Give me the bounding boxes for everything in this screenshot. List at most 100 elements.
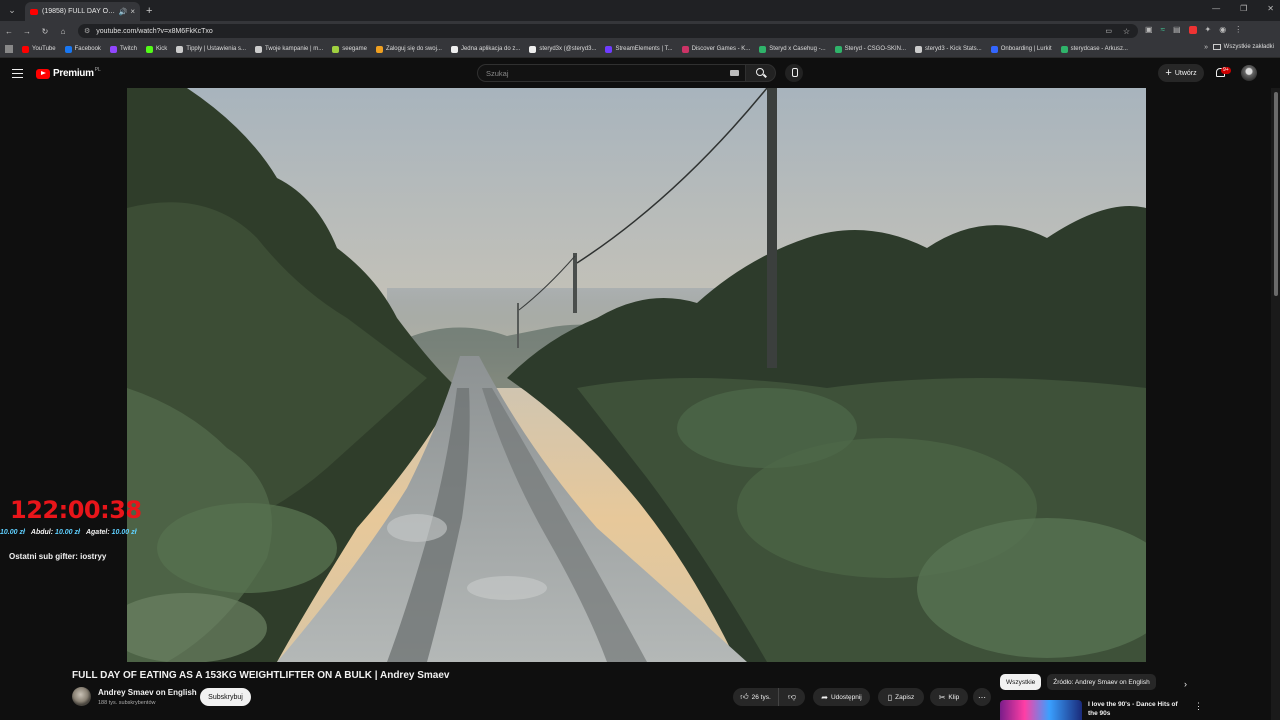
chevron-right-icon[interactable]: › [1184, 679, 1187, 689]
create-label: Utwórz [1174, 69, 1197, 77]
forward-icon[interactable]: → [18, 27, 36, 36]
bookmark-item[interactable]: Twoje kampanie | m... [255, 45, 323, 53]
dislike-button[interactable]: 👎︎ [778, 688, 805, 706]
bookmarks-bar: YouTube Facebook Twitch Kick Tipply | Ustawi… [0, 41, 1280, 58]
save-button[interactable]: ▯ Zapisz [878, 688, 924, 706]
search-input[interactable]: Szukaj [477, 64, 746, 82]
bookmark-star-icon[interactable]: ☆ [1123, 27, 1130, 36]
video-player[interactable] [127, 88, 1146, 662]
all-bookmarks-button[interactable]: Wszystkie zakładki [1212, 44, 1274, 50]
bookmark-label: StreamElements | T... [615, 46, 673, 52]
channel-name[interactable]: Andrey Smaev on English [98, 688, 197, 697]
bookmark-favicon-icon [759, 45, 767, 53]
maximize-icon[interactable]: ❐ [1240, 4, 1247, 13]
filter-chips: Wszystkie Źródło: Andrey Smaev on Englis… [1000, 674, 1156, 690]
chip-source-channel[interactable]: Źródło: Andrey Smaev on English [1047, 674, 1156, 690]
bookmark-item[interactable]: seegame [332, 45, 367, 53]
apps-icon[interactable] [5, 45, 13, 53]
more-horizontal-icon: ⋯ [978, 692, 986, 702]
bookmark-item[interactable]: Tipply | Ustawienia s... [176, 45, 246, 53]
create-button[interactable]: + Utwórz [1158, 64, 1204, 82]
home-icon[interactable]: ⌂ [54, 27, 72, 36]
site-info-icon[interactable]: ⚙ [84, 27, 90, 35]
bookmark-favicon-icon [255, 45, 262, 53]
window-controls: — ❐ ✕ [1212, 4, 1274, 13]
bookmark-item[interactable]: Twitch [109, 45, 137, 53]
bookmark-item[interactable]: steryd3x (@steryd3... [529, 45, 597, 53]
reload-icon[interactable]: ↻ [36, 27, 54, 36]
browser-menu-icon[interactable]: ⋮ [1234, 25, 1242, 34]
youtube-play-icon [36, 68, 50, 79]
keyboard-icon[interactable] [730, 70, 739, 76]
voice-search-icon[interactable] [785, 64, 803, 82]
donation-entry: Abdul: 10.00 zł [31, 529, 80, 536]
hamburger-menu-icon[interactable] [12, 69, 23, 78]
bookmark-label: Zaloguj się do swoj... [385, 46, 442, 52]
recommendation-thumbnail[interactable] [1000, 700, 1082, 720]
more-actions-button[interactable]: ⋯ [973, 688, 991, 706]
bookmarks-overflow-icon[interactable]: » [1204, 44, 1208, 51]
extension-icon[interactable]: ▣ [1145, 25, 1153, 34]
bookmark-item[interactable]: Jedna aplikacja do z... [450, 45, 520, 53]
subscriber-count: 188 tys. subskrybentów [98, 700, 156, 706]
back-icon[interactable]: ← [0, 27, 18, 36]
search-button[interactable] [746, 64, 776, 82]
donation-ticker: 10.00 zł Abdul: 10.00 zł Agatel: 10.00 zł [0, 529, 137, 536]
bookmark-item[interactable]: steryd3 - Kick Stats... [915, 45, 982, 53]
bookmark-favicon-icon [375, 45, 383, 53]
bookmark-item[interactable]: Steryd - CSGO-SKIN... [834, 45, 906, 53]
extension-icon[interactable] [1188, 25, 1197, 34]
profile-icon[interactable]: ◉ [1219, 25, 1226, 34]
extension-icon[interactable]: ≈ [1161, 25, 1165, 34]
bookmark-label: Kick [155, 46, 168, 52]
bookmark-item[interactable]: YouTube [22, 45, 56, 53]
like-button[interactable]: 👍︎ 26 tys. [733, 688, 778, 706]
bookmark-label: sterydcase - Arkusz... [1070, 46, 1128, 52]
bookmark-label: Onboarding | Lurkit [1000, 46, 1052, 52]
scrollbar-thumb[interactable] [1274, 92, 1278, 296]
clip-button[interactable]: ✂ Klip [930, 688, 968, 706]
subscribe-button[interactable]: Subskrybuj [200, 688, 251, 706]
bookmark-item[interactable]: Steryd x Casehug -... [759, 45, 826, 53]
tab-close-icon[interactable]: × [130, 7, 135, 16]
bookmark-item[interactable]: Discover Games - K... [681, 45, 750, 53]
bookmark-icon: ▯ [887, 692, 893, 702]
country-code: PL [94, 66, 101, 73]
chip-all[interactable]: Wszystkie [1000, 674, 1042, 690]
tab-title: (19858) FULL DAY OF EATING AS A [42, 8, 116, 15]
bookmark-item[interactable]: Kick [145, 45, 168, 53]
browser-tab-active[interactable]: (19858) FULL DAY OF EATING AS A 🔊 × [25, 2, 140, 21]
channel-avatar[interactable] [72, 687, 91, 706]
bookmark-label: YouTube [32, 46, 56, 52]
youtube-masthead: Premium PL Szukaj + Utwórz 9+ [0, 58, 1280, 88]
clip-label: Klip [948, 693, 960, 701]
recommendation-title[interactable]: I love the 90's - Dance Hits of the 90s [1088, 700, 1184, 718]
bookmark-item[interactable]: Facebook [64, 45, 101, 53]
share-button[interactable]: ➦ Udostępnij [813, 688, 870, 706]
youtube-premium-logo[interactable]: Premium PL [36, 66, 101, 79]
plus-icon: + [1165, 67, 1172, 79]
recommendation-menu-icon[interactable]: ⋮ [1194, 701, 1203, 712]
minimize-icon[interactable]: — [1212, 4, 1220, 13]
bookmark-item[interactable]: Zaloguj się do swoj... [375, 45, 442, 53]
address-bar[interactable]: ⚙ youtube.com/watch?v=x8M6FkKcTxo ▭ ☆ [78, 24, 1138, 38]
bookmark-favicon-icon [22, 45, 29, 53]
close-window-icon[interactable]: ✕ [1267, 4, 1274, 13]
bookmark-favicon-icon [681, 45, 689, 53]
bookmark-label: Twitch [119, 46, 137, 52]
folder-icon [1212, 44, 1221, 50]
new-tab-button[interactable]: + [146, 5, 152, 17]
extension-icon[interactable]: ▤ [1173, 25, 1181, 34]
cast-icon[interactable]: ▭ [1105, 27, 1112, 35]
bookmark-favicon-icon [529, 45, 537, 53]
account-avatar[interactable] [1241, 65, 1257, 81]
extensions-puzzle-icon[interactable]: ✦ [1205, 25, 1212, 34]
bookmark-item[interactable]: sterydcase - Arkusz... [1060, 45, 1128, 53]
tab-search-icon[interactable]: ⌄ [5, 4, 19, 18]
audio-playing-icon[interactable]: 🔊 [119, 8, 128, 16]
youtube-favicon-icon [30, 8, 38, 15]
bookmark-item[interactable]: Onboarding | Lurkit [990, 45, 1052, 53]
bookmark-item[interactable]: StreamElements | T... [605, 45, 673, 53]
bookmark-label: steryd3x (@steryd3... [539, 46, 597, 52]
logo-text: Premium [53, 68, 94, 79]
